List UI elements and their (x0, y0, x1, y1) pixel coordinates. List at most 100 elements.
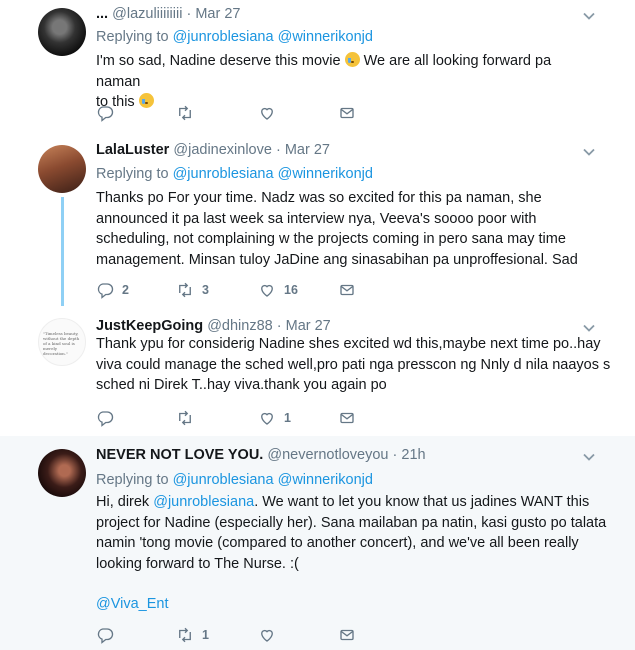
retweet-button[interactable]: 3 (176, 280, 209, 300)
timestamp[interactable]: Mar 27 (285, 142, 330, 158)
reply-button[interactable] (96, 625, 114, 645)
display-name[interactable]: JustKeepGoing (96, 318, 203, 334)
display-name[interactable]: ... (96, 6, 108, 22)
tweet-text-segment: I'm so sad, Nadine deserve this movie (96, 53, 341, 69)
timestamp[interactable]: Mar 27 (195, 6, 240, 22)
display-name[interactable]: LalaLuster (96, 142, 169, 158)
avatar[interactable] (38, 449, 86, 497)
direct-message-button[interactable] (338, 280, 356, 300)
avatar[interactable]: "Timeless beauty, without the depth of a… (38, 318, 86, 366)
like-button[interactable] (258, 625, 276, 645)
tweet-text-line: management. Minsan tuloy JaDine ang sina… (96, 251, 578, 268)
tweet-header: ... @lazuliiiiiiii · Mar 27 (96, 6, 240, 22)
replying-label: Replying to (96, 29, 169, 45)
reply-icon (97, 628, 114, 644)
reply-button[interactable] (96, 103, 114, 123)
tweet-text-line: namin 'tong movie (compared to another c… (96, 535, 579, 551)
replying-to: Replying to @junroblesiana @winnerikonjd (96, 166, 373, 182)
reply-icon (97, 411, 114, 427)
avatar[interactable] (38, 8, 86, 56)
like-icon (261, 629, 273, 642)
separator-dot: · (392, 447, 398, 463)
tweet-header: JustKeepGoing @dhinz88 · Mar 27 (96, 318, 331, 334)
tweet-text-line: looking forward to The Nurse. :( (96, 555, 299, 572)
thread-line (61, 197, 64, 310)
retweet-icon (179, 627, 191, 643)
direct-message-icon (340, 284, 354, 296)
direct-message-icon (340, 107, 354, 119)
tweet-text-line: scheduling, not complaining w the projec… (96, 231, 566, 247)
chevron-down-icon[interactable] (582, 145, 596, 159)
like-icon (261, 412, 273, 425)
direct-message-button[interactable] (338, 408, 356, 428)
like-icon (261, 107, 273, 120)
reply-count: 2 (122, 283, 129, 297)
replying-label: Replying to (96, 166, 169, 182)
mention-link[interactable]: @winnerikonjd (278, 472, 373, 488)
tweet-text-line: viva could manage the sched well,pro pat… (96, 356, 611, 373)
mention-link[interactable]: @Viva_Ent (96, 594, 616, 615)
avatar[interactable] (38, 145, 86, 193)
direct-message-icon (340, 412, 354, 424)
like-button[interactable] (258, 103, 276, 123)
chevron-down-icon[interactable] (582, 321, 596, 335)
user-handle[interactable]: @dhinz88 (207, 318, 273, 334)
display-name[interactable]: NEVER NOT LOVE YOU. (96, 447, 263, 463)
timestamp[interactable]: 21h (401, 447, 425, 463)
timestamp[interactable]: Mar 27 (286, 318, 331, 334)
tweet-header: LalaLuster @jadinexinlove · Mar 27 (96, 142, 330, 158)
mention-link[interactable]: @junroblesiana (173, 166, 274, 182)
like-icon (261, 284, 273, 297)
user-handle[interactable]: @jadinexinlove (173, 142, 272, 158)
retweet-icon (179, 410, 191, 426)
replying-label: Replying to (96, 472, 169, 488)
retweet-count: 1 (202, 628, 209, 642)
mention-link[interactable]: @winnerikonjd (278, 166, 373, 182)
user-handle[interactable]: @nevernotloveyou (267, 447, 388, 463)
tweet-text: Hi, direk @junroblesiana. We want to let… (96, 492, 616, 615)
separator-dot: · (275, 142, 281, 158)
tweet-text-segment: Hi, direk (96, 494, 150, 510)
tweet-text-line: Hi, direk @junroblesiana. We want to let… (96, 492, 616, 513)
separator-dot: · (276, 318, 282, 334)
like-button[interactable]: 1 (258, 408, 291, 428)
reply-button[interactable] (96, 408, 114, 428)
sad-tear-emoji (344, 52, 360, 67)
retweet-count: 3 (202, 283, 209, 297)
tweet-text-segment: . We want to let you know that us jadine… (254, 494, 590, 510)
replying-to: Replying to @junroblesiana @winnerikonjd (96, 472, 373, 488)
mention-link[interactable]: @winnerikonjd (278, 29, 373, 45)
tweet-text: Thanks po For your time. Nadz was so exc… (96, 188, 596, 270)
direct-message-button[interactable] (338, 625, 356, 645)
retweet-button[interactable]: 1 (176, 625, 209, 645)
mention-link[interactable]: @junroblesiana (153, 494, 254, 510)
avatar-quote-text: "Timeless beauty, without the depth of a… (43, 331, 80, 356)
reply-icon (97, 106, 114, 122)
direct-message-button[interactable] (338, 103, 356, 123)
retweet-icon (179, 105, 191, 121)
like-count: 16 (284, 283, 298, 297)
direct-message-icon (340, 629, 354, 641)
retweet-button[interactable] (176, 103, 194, 123)
tweet-header: NEVER NOT LOVE YOU. @nevernotloveyou · 2… (96, 447, 426, 463)
mention-link[interactable]: @junroblesiana (173, 29, 274, 45)
retweet-button[interactable] (176, 408, 194, 428)
mention-link[interactable]: @junroblesiana (173, 472, 274, 488)
chevron-down-icon[interactable] (582, 9, 596, 23)
user-handle[interactable]: @lazuliiiiiiii (112, 6, 182, 22)
separator-dot: · (186, 6, 192, 22)
crying-emoji (138, 93, 154, 108)
like-count: 1 (284, 411, 291, 425)
tweet-text-line: announced it pa last week sa interview n… (96, 210, 537, 227)
tweet-text-line: Thank ypu for considerig Nadine shes exc… (96, 336, 601, 352)
tweet-text-line: project for Nadine (especially her). San… (96, 514, 607, 531)
replying-to: Replying to @junroblesiana @winnerikonjd (96, 29, 373, 45)
retweet-icon (179, 282, 191, 298)
reply-button[interactable]: 2 (96, 280, 129, 300)
reply-icon (97, 283, 114, 299)
tweet-text: Thank ypu for considerig Nadine shes exc… (96, 334, 616, 396)
chevron-down-icon[interactable] (582, 450, 596, 464)
tweet-text-line: sched ni Direk T..hay viva.thank you aga… (96, 377, 387, 393)
tweet-text-line: Thanks po For your time. Nadz was so exc… (96, 190, 542, 206)
like-button[interactable]: 16 (258, 280, 298, 300)
